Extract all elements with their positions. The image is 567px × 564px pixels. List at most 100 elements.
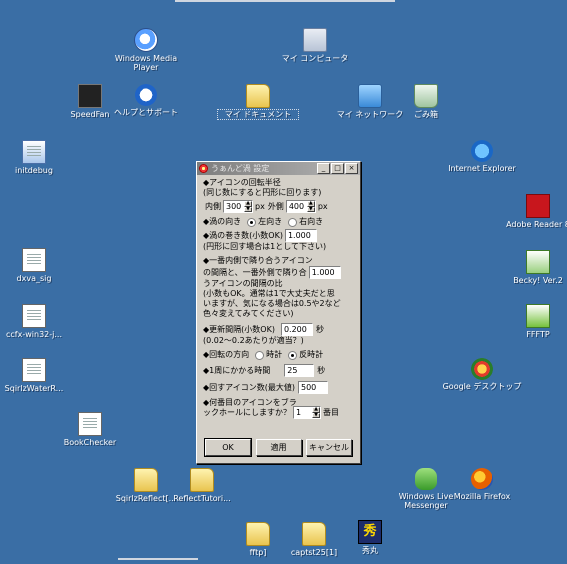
desktop-icon-my-documents[interactable]: マイ ドキュメント xyxy=(217,84,299,120)
desktop-icon-label: Becky! Ver.2 xyxy=(513,276,563,285)
spin-down-icon[interactable]: ▼ xyxy=(306,206,315,212)
recycle-bin-icon xyxy=(414,84,438,108)
desktop-icon-label: Internet Explorer xyxy=(448,164,516,173)
dialog-title: うぁんど渦 設定 xyxy=(211,164,270,173)
direction-right-label[interactable]: 右向き xyxy=(299,217,323,227)
pdf-icon xyxy=(526,194,550,218)
document-icon xyxy=(22,358,46,382)
close-button[interactable]: × xyxy=(345,163,358,174)
period-unit: 秒 xyxy=(317,365,326,375)
hidemaru-icon: 秀 xyxy=(358,520,382,544)
rotation-label: ◆回転の方向 xyxy=(203,350,250,359)
ok-button[interactable]: OK xyxy=(204,438,252,457)
rotation-cw-label[interactable]: 時計 xyxy=(266,350,282,360)
messenger-icon xyxy=(415,468,437,490)
direction-right-radio[interactable] xyxy=(288,217,298,227)
period-input[interactable]: 25 xyxy=(284,364,315,377)
desktop-icon-label: ReflectTutori... xyxy=(173,494,231,503)
blackhole-unit: 番目 xyxy=(323,407,339,417)
folder-icon xyxy=(190,468,214,492)
inner-radius-value[interactable]: 300 xyxy=(224,202,244,212)
folder-icon xyxy=(246,84,270,108)
minimize-button[interactable]: _ xyxy=(317,163,330,174)
desktop-icon-label: ヘルプとサポート xyxy=(114,108,178,117)
folder-icon xyxy=(302,522,326,546)
turns-note: (円形に回す場合は1として下さい) xyxy=(203,242,327,251)
rotation-ccw-radio[interactable] xyxy=(288,350,298,360)
inner-radius-unit: px xyxy=(255,201,265,211)
desktop-icon-label: dxva_sig xyxy=(16,274,52,283)
desktop-icon-becky[interactable]: Becky! Ver.2 xyxy=(498,250,567,285)
turns-input[interactable]: 1.000 xyxy=(284,229,317,242)
blackhole-spinner[interactable]: 1 ▲ ▼ xyxy=(293,406,321,419)
bottom-edge-bar xyxy=(118,558,198,560)
desktop-icon-label: Adobe Reader 8 xyxy=(506,220,567,229)
desktop-icon-reflect-tutorial[interactable]: ReflectTutori... xyxy=(162,468,242,503)
maximize-button[interactable]: □ xyxy=(331,163,344,174)
desktop-icon-recycle-bin[interactable]: ごみ箱 xyxy=(386,84,466,119)
desktop-icon-initdebug[interactable]: initdebug xyxy=(0,140,74,175)
desktop-icon-firefox[interactable]: Mozilla Firefox xyxy=(442,468,522,501)
desktop-icon-bookchecker[interactable]: BookChecker xyxy=(50,412,130,447)
ratio-input[interactable]: 1.000 xyxy=(308,266,341,279)
cancel-button[interactable]: キャンセル xyxy=(306,439,352,456)
radius-header: ◆アイコンの回転半径 xyxy=(203,178,281,187)
google-desktop-icon xyxy=(471,358,493,380)
desktop-icon-wmp[interactable]: Windows Media Player xyxy=(106,28,186,72)
rotation-ccw-label[interactable]: 反時計 xyxy=(299,350,323,360)
desktop-icon-label: Mozilla Firefox xyxy=(453,492,511,501)
mail-client-icon xyxy=(526,250,550,274)
ratio-line-1: ◆一番内側で隣り合うアイコン xyxy=(203,256,313,265)
spin-down-icon[interactable]: ▼ xyxy=(244,206,252,212)
ratio-note-1: (小数もOK。通常は1で大丈夫だと思 xyxy=(203,289,335,298)
ratio-note-2: いますが、気になる場合は0.5や2など xyxy=(203,299,341,308)
media-player-icon xyxy=(134,28,158,52)
blackhole-line-2: ックホールにしますか？ xyxy=(203,407,291,417)
desktop-icon-google-desktop[interactable]: Google デスクトップ xyxy=(442,358,522,391)
fan-icon xyxy=(78,84,102,108)
desktop-icon-adobe-reader[interactable]: Adobe Reader 8 xyxy=(498,194,567,229)
desktop-icon-label: ごみ箱 xyxy=(414,110,438,119)
desktop-icon-label: Google デスクトップ xyxy=(442,382,522,391)
desktop-icon-label: ccfx-win32-j... xyxy=(6,330,62,339)
ftp-icon xyxy=(526,304,550,328)
spin-down-icon[interactable]: ▼ xyxy=(312,412,320,418)
desktop-icon-label: Windows Media Player xyxy=(114,54,178,72)
direction-label: ◆渦の向き xyxy=(203,217,242,226)
inner-radius-spinner[interactable]: 300 ▲ ▼ xyxy=(223,200,253,213)
blackhole-value[interactable]: 1 xyxy=(294,408,312,418)
swirl-app-icon xyxy=(199,164,208,173)
max-icons-input[interactable]: 500 xyxy=(298,381,328,394)
outer-radius-label: 外側 xyxy=(267,201,284,211)
network-icon xyxy=(358,84,382,108)
interval-input[interactable]: 0.200 xyxy=(280,323,313,336)
interval-note: (0.02～0.2あたりが適当？) xyxy=(203,336,304,345)
apply-button[interactable]: 適用 xyxy=(255,439,302,456)
desktop-icon-sqirlz-water[interactable]: SqirlzWaterR... xyxy=(0,358,74,393)
top-edge-bar xyxy=(175,0,395,2)
desktop-icon-ie[interactable]: Internet Explorer xyxy=(442,140,522,173)
rotation-cw-radio[interactable] xyxy=(255,350,265,360)
desktop-icon-label: initdebug xyxy=(15,166,53,175)
help-icon: ? xyxy=(135,84,157,106)
document-icon xyxy=(78,412,102,436)
document-icon xyxy=(22,248,46,272)
internet-explorer-icon xyxy=(471,140,493,162)
dialog-titlebar[interactable]: うぁんど渦 設定 _ □ × xyxy=(197,162,360,175)
folder-icon xyxy=(134,468,158,492)
direction-left-label[interactable]: 左向き xyxy=(258,217,282,227)
direction-left-radio[interactable] xyxy=(247,217,257,227)
ratio-note-3: 色々変えてみてください) xyxy=(203,309,294,318)
desktop-icon-label: 秀丸 xyxy=(362,546,378,555)
desktop-icon-hidemaru[interactable]: 秀 秀丸 xyxy=(330,520,410,555)
desktop-icon-ffftp[interactable]: FFFTP xyxy=(498,304,567,339)
desktop-icon-my-computer[interactable]: マイ コンピュータ xyxy=(275,28,355,63)
settings-dialog: うぁんど渦 設定 _ □ × ◆アイコンの回転半径 (同じ数にすると円形に回りま… xyxy=(196,161,361,464)
radius-note: (同じ数にすると円形に回ります) xyxy=(203,188,322,197)
desktop-icon-ccfx[interactable]: ccfx-win32-j... xyxy=(0,304,74,339)
desktop-icon-dxva[interactable]: dxva_sig xyxy=(0,248,74,283)
ratio-line-2: の間隔と、一番外側で隣り合 xyxy=(203,267,307,277)
desktop-icon-help[interactable]: ? ヘルプとサポート xyxy=(106,84,186,117)
outer-radius-value[interactable]: 400 xyxy=(287,202,307,212)
outer-radius-spinner[interactable]: 400 ▲ ▼ xyxy=(285,200,316,213)
